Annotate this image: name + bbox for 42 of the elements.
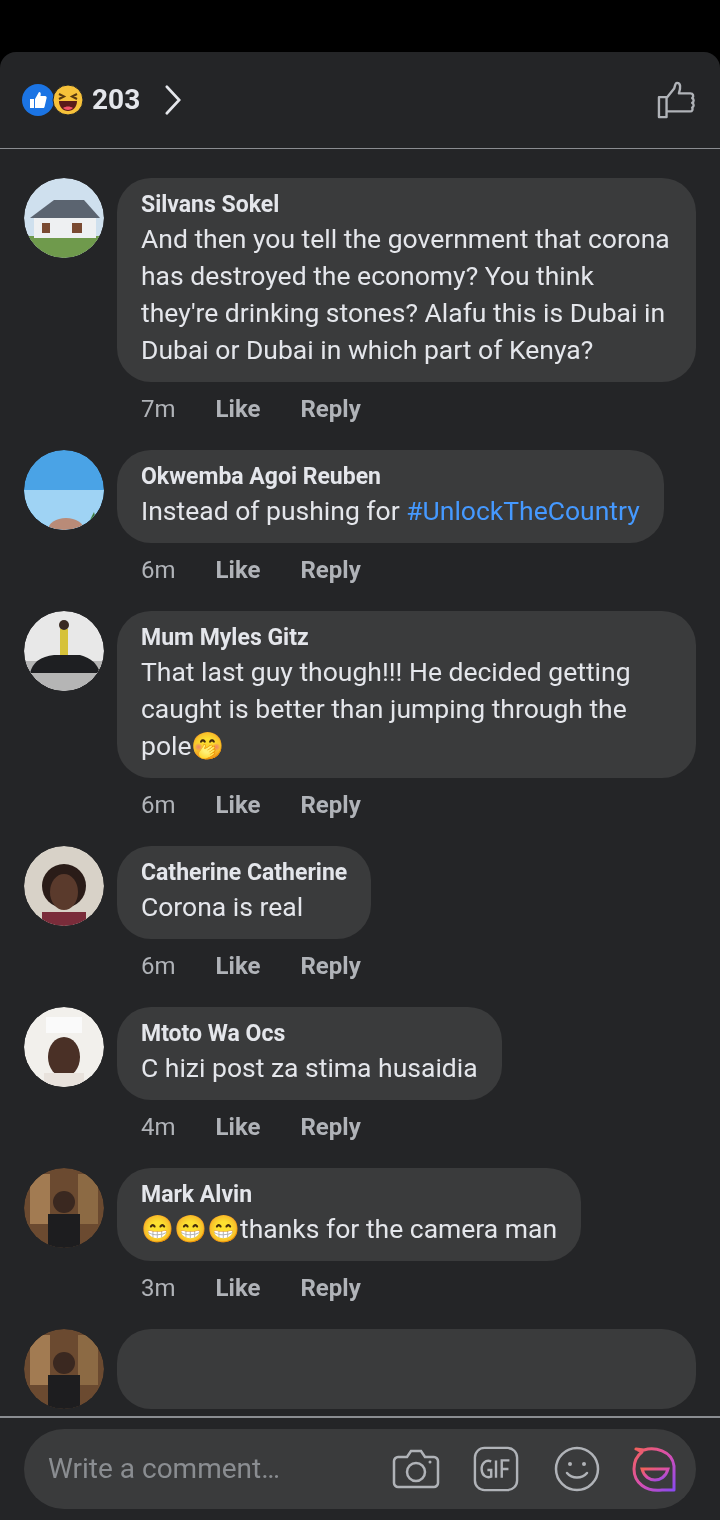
timestamp: 6m <box>141 556 176 584</box>
comment-text: Instead of pushing for #UnlockTheCountry <box>141 494 640 528</box>
reply-link[interactable]: Reply <box>300 1274 361 1302</box>
timestamp: 4m <box>141 1113 176 1141</box>
comment-input[interactable]: Write a comment… <box>24 1429 696 1509</box>
author-name[interactable]: Mum Myles Gitz <box>141 623 672 653</box>
reply-link[interactable]: Reply <box>300 556 361 584</box>
author-name[interactable]: Mtoto Wa Ocs <box>141 1019 478 1049</box>
like-link[interactable]: Like <box>215 1113 261 1141</box>
timestamp: 7m <box>141 395 176 423</box>
author-name[interactable]: Catherine Catherine <box>141 858 348 888</box>
comment-text: And then you tell the government that corona has destroyed the economy? You think they're drinking stones? Alafu this is Dubai in Dubai or Dubai in which part of Kenya? <box>141 222 671 367</box>
like-reaction-icon <box>22 84 54 116</box>
comment-text: That last guy though!!! He decided getting caught is better than jumping through the pole🤭 <box>141 655 632 763</box>
hashtag-link[interactable]: #UnlockTheCountry <box>406 495 640 526</box>
comment-field[interactable]: Write a comment… <box>48 1448 382 1490</box>
avatar-sticker-icon[interactable] <box>632 1445 678 1493</box>
like-link[interactable]: Like <box>215 791 261 819</box>
like-link[interactable]: Like <box>215 1274 261 1302</box>
chevron-right-icon[interactable] <box>164 85 183 115</box>
like-link[interactable]: Like <box>215 395 261 423</box>
timestamp: 6m <box>141 791 176 819</box>
reply-link[interactable]: Reply <box>300 1113 361 1141</box>
reply-link[interactable]: Reply <box>300 395 361 423</box>
camera-icon[interactable] <box>392 1447 440 1491</box>
smiley-icon[interactable] <box>554 1446 600 1492</box>
like-link[interactable]: Like <box>215 952 261 980</box>
timestamp: 3m <box>141 1274 176 1302</box>
comment-text: 😁😁😁thanks for the camera man <box>141 1212 558 1246</box>
thumbs-up-icon[interactable] <box>656 81 698 119</box>
author-name[interactable]: Okwemba Agoi Reuben <box>141 462 640 492</box>
author-name[interactable]: Mark Alvin <box>141 1180 558 1210</box>
author-name[interactable]: Silvans Sokel <box>141 190 672 220</box>
gif-icon[interactable] <box>472 1446 520 1492</box>
comment-text: C hizi post za stima husaidia <box>141 1051 478 1085</box>
reaction-count[interactable]: 203 <box>92 79 141 121</box>
timestamp: 6m <box>141 952 176 980</box>
like-link[interactable]: Like <box>215 556 261 584</box>
reply-link[interactable]: Reply <box>300 952 361 980</box>
laughing-reaction-icon <box>52 84 84 116</box>
reply-link[interactable]: Reply <box>300 791 361 819</box>
comment-text: Corona is real <box>141 890 305 924</box>
